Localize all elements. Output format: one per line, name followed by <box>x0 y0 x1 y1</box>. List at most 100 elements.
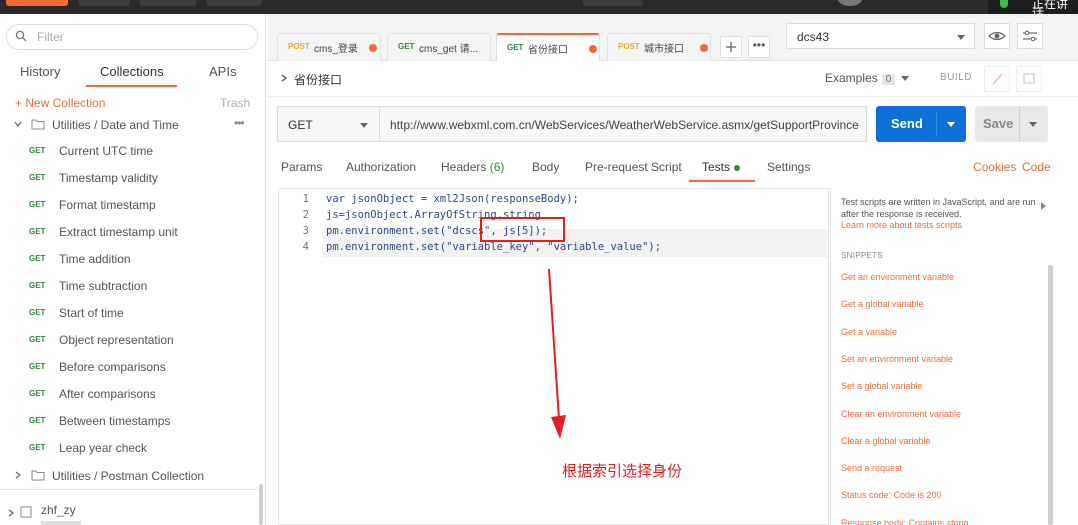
examples-dropdown[interactable]: Examples 0 <box>825 71 910 85</box>
snippet-link[interactable]: Send a request <box>841 463 902 473</box>
folder-date-time[interactable]: Utilities / Date and Time ••• <box>0 114 260 136</box>
method-label: GET <box>29 281 46 290</box>
sidebar-request-item[interactable]: GET Start of time <box>0 300 260 327</box>
request-name: Time subtraction <box>59 279 148 293</box>
line-number: 4 <box>302 241 309 253</box>
build-button[interactable]: BUILD <box>940 72 972 83</box>
environment-select[interactable]: dcs43 <box>786 23 975 49</box>
request-tab-strip: POST cms_登录 GET cms_get 请... GET 省份接口 PO… <box>267 14 778 62</box>
new-button[interactable] <box>6 0 68 6</box>
snippet-link[interactable]: Set an environment variable <box>841 354 953 364</box>
learn-more-link[interactable]: Learn more about tests scripts <box>841 220 962 230</box>
url-input[interactable]: http://www.webxml.com.cn/WebServices/Wea… <box>380 106 867 142</box>
sidebar-request-item[interactable]: GET Timestamp validity <box>0 165 260 192</box>
method-select[interactable]: GET <box>277 106 380 142</box>
collection-zhf-zy[interactable]: zhf_zy <box>0 500 260 525</box>
request-name: Current UTC time <box>59 144 154 158</box>
sidebar-request-item[interactable]: GET Format timestamp <box>0 192 260 219</box>
sidebar-request-item[interactable]: GET Extract timestamp unit <box>0 219 260 246</box>
tab-authorization[interactable]: Authorization <box>346 160 416 174</box>
filter-input[interactable] <box>37 29 237 45</box>
tab-title: cms_get 请... <box>419 44 478 55</box>
method-label: GET <box>29 335 46 344</box>
tests-indicator-dot <box>734 164 741 171</box>
tab-cms-get[interactable]: GET cms_get 请... <box>387 33 491 61</box>
sidebar-scrollbar[interactable] <box>259 484 263 525</box>
request-name: Before comparisons <box>59 360 166 374</box>
tab-title: 省份接口 <box>528 45 568 56</box>
method-value: GET <box>288 118 313 132</box>
runner-button[interactable] <box>140 0 196 6</box>
request-name: Between timestamps <box>59 414 171 428</box>
method-label: GET <box>507 43 524 52</box>
import-button[interactable] <box>78 0 130 6</box>
sidebar-request-item[interactable]: GET After comparisons <box>0 381 260 408</box>
examples-label: Examples <box>825 71 878 85</box>
sidebar-request-item[interactable]: GET Object representation <box>0 327 260 354</box>
save-button[interactable]: Save <box>975 106 1048 142</box>
unsaved-dot <box>369 44 377 52</box>
url-value: http://www.webxml.com.cn/WebServices/Wea… <box>390 118 859 132</box>
edit-button[interactable] <box>984 66 1010 92</box>
sidebar-request-item[interactable]: GET Current UTC time <box>0 138 260 165</box>
environment-quick-look-button[interactable] <box>984 23 1010 49</box>
folder-postman-collection[interactable]: Utilities / Postman Collection <box>0 465 260 487</box>
tab-history[interactable]: History <box>20 64 60 79</box>
tab-tests[interactable]: Tests <box>702 160 741 174</box>
sidebar-request-item[interactable]: GET Time subtraction <box>0 273 260 300</box>
tab-headers-label: Headers <box>441 160 487 174</box>
filter-box[interactable] <box>6 24 258 50</box>
collapse-panel-icon[interactable] <box>1041 202 1046 210</box>
tab-collections[interactable]: Collections <box>100 64 164 79</box>
chevron-down-icon[interactable] <box>947 122 955 127</box>
sidebar-request-item[interactable]: GET Between timestamps <box>0 408 260 435</box>
snippet-link[interactable]: Get a variable <box>841 327 897 337</box>
method-label: GET <box>29 308 46 317</box>
sidebar-request-item[interactable]: GET Time addition <box>0 246 260 273</box>
line-number: 2 <box>302 209 309 221</box>
request-title[interactable]: 省份接口 <box>294 71 342 88</box>
new-collection-button[interactable]: + New Collection <box>15 96 105 110</box>
open-new-button[interactable] <box>206 0 262 6</box>
chevron-down-icon[interactable] <box>1029 122 1037 127</box>
more-icon[interactable]: ••• <box>234 116 245 130</box>
request-name: Leap year check <box>59 441 148 455</box>
sidebar-request-item[interactable]: GET Before comparisons <box>0 354 260 381</box>
sidebar: History Collections APIs + New Collectio… <box>0 14 266 525</box>
snippets-panel: Test scripts are written in JavaScript, … <box>830 188 1078 525</box>
tab-pre-request-script[interactable]: Pre-request Script <box>585 160 682 174</box>
tab-cms-login[interactable]: POST cms_登录 <box>277 33 381 61</box>
snippet-link[interactable]: Set a global variable <box>841 381 923 391</box>
tab-overflow-button[interactable]: ••• <box>748 36 770 58</box>
tab-params[interactable]: Params <box>281 160 322 174</box>
code-link[interactable]: Code <box>1022 160 1051 174</box>
tab-headers[interactable]: Headers (6) <box>441 160 504 174</box>
sidebar-request-item[interactable]: GET Leap year check <box>0 435 260 462</box>
method-label: GET <box>398 42 415 51</box>
trash-button[interactable]: Trash <box>220 96 250 110</box>
chevron-right-icon[interactable] <box>279 73 289 83</box>
manage-environments-button[interactable] <box>1017 23 1043 49</box>
send-button[interactable]: Send <box>876 106 966 142</box>
snippets-scrollbar[interactable] <box>1048 265 1053 525</box>
tab-province[interactable]: GET 省份接口 <box>496 33 600 62</box>
tab-body[interactable]: Body <box>532 160 559 174</box>
snippet-link[interactable]: Status code: Code is 200 <box>841 490 942 500</box>
avatar[interactable] <box>838 0 862 6</box>
add-tab-button[interactable] <box>720 36 742 58</box>
snippet-link[interactable]: Clear an environment variable <box>841 409 961 419</box>
snippet-link[interactable]: Get an environment variable <box>841 272 954 282</box>
snippet-link[interactable]: Response body: Contains string <box>841 518 969 525</box>
method-label: POST <box>288 42 310 51</box>
snippet-link[interactable]: Clear a global variable <box>841 436 931 446</box>
cookies-link[interactable]: Cookies <box>973 160 1016 174</box>
tab-apis[interactable]: APIs <box>209 64 236 79</box>
tab-settings[interactable]: Settings <box>767 160 810 174</box>
snippet-link[interactable]: Get a global variable <box>841 299 924 309</box>
method-label: GET <box>29 416 46 425</box>
comments-button[interactable] <box>1016 66 1042 92</box>
tab-city[interactable]: POST 城市接口 <box>607 33 711 61</box>
workspace-button[interactable] <box>583 0 643 6</box>
folder-name: Utilities / Date and Time <box>52 118 179 132</box>
eye-icon <box>988 31 1006 41</box>
